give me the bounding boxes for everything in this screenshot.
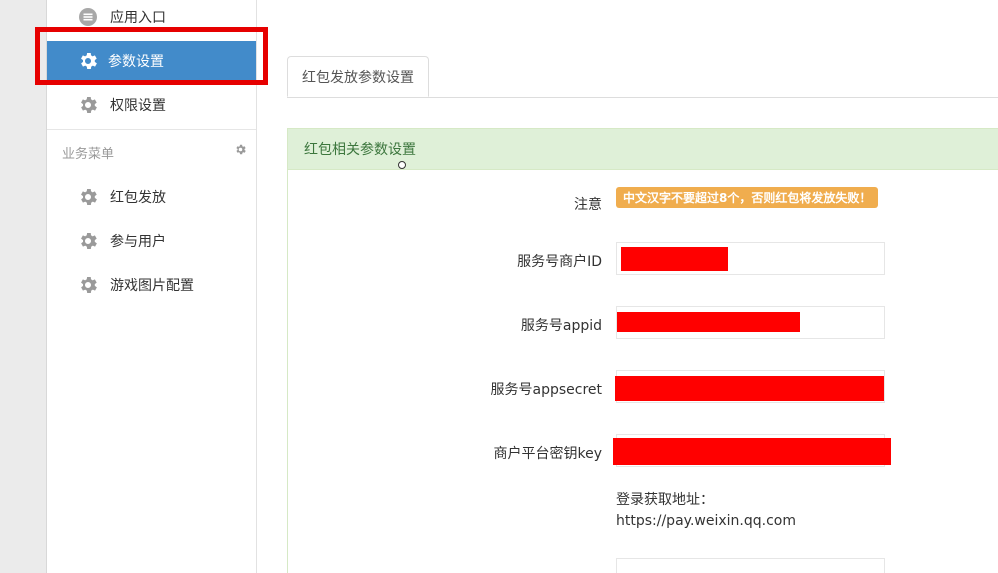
sidebar-section-title: 业务菜单	[62, 147, 115, 162]
panel-title: 红包相关参数设置	[304, 142, 416, 158]
appid-input[interactable]	[616, 306, 885, 339]
sidebar-item-label: 权限设置	[110, 98, 166, 114]
sidebar-item-game-images[interactable]: 游戏图片配置	[47, 265, 256, 305]
key-input[interactable]	[613, 434, 891, 467]
sidebar-item-participants[interactable]: 参与用户	[47, 221, 256, 261]
tab-bar: 红包发放参数设置	[287, 56, 998, 98]
merchant-id-label: 服务号商户ID	[517, 254, 602, 270]
appid-label: 服务号appid	[520, 318, 602, 334]
sidebar-item-label: 红包发放	[110, 190, 166, 206]
gear-icon[interactable]	[234, 143, 247, 160]
redaction-block	[621, 247, 728, 271]
key-label: 商户平台密钥key	[493, 446, 602, 462]
sidebar-section-header: 业务菜单	[62, 143, 247, 163]
redaction-block	[617, 312, 800, 332]
appsecret-label: 服务号appsecret	[490, 382, 602, 398]
mouse-cursor	[398, 161, 406, 169]
sidebar-item-permissions[interactable]: 权限设置	[47, 85, 256, 125]
merchant-id-input[interactable]	[616, 242, 885, 275]
gear-icon	[77, 50, 99, 72]
hint-line: 登录获取地址：	[616, 492, 714, 508]
tab-redpacket-params[interactable]: 红包发放参数设置	[287, 56, 429, 97]
left-gutter	[0, 0, 47, 573]
sidebar-item-label: 参与用户	[110, 234, 166, 250]
sidebar-item-app-entry[interactable]: 应用入口	[47, 0, 256, 37]
sidebar-item-label: 游戏图片配置	[110, 278, 194, 294]
gear-icon	[77, 186, 99, 208]
hint-url: https://pay.weixin.qq.com	[616, 513, 796, 529]
sidebar-item-params[interactable]: 参数设置	[47, 41, 256, 81]
page: 应用入口 参数设置 权限设置 业务菜单 红包发放 参与用户 游戏图片配置 红包发…	[0, 0, 998, 573]
appsecret-input[interactable]	[615, 370, 885, 403]
next-input-partial[interactable]	[616, 558, 885, 573]
sidebar-item-redpacket[interactable]: 红包发放	[47, 177, 256, 217]
notice-label: 注意	[574, 197, 602, 213]
gear-icon	[77, 94, 99, 116]
list-icon	[77, 6, 99, 28]
sidebar: 应用入口 参数设置 权限设置 业务菜单 红包发放 参与用户 游戏图片配置	[47, 0, 257, 573]
redaction-block	[613, 438, 891, 465]
sidebar-divider	[47, 129, 256, 130]
redaction-block	[615, 376, 884, 401]
login-hint: 登录获取地址： https://pay.weixin.qq.com	[616, 490, 796, 532]
sidebar-item-label: 应用入口	[110, 10, 166, 26]
notice-badge: 中文汉字不要超过8个，否则红包将发放失败！	[616, 187, 879, 208]
panel-heading: 红包相关参数设置	[288, 129, 998, 170]
gear-icon	[77, 274, 99, 296]
tab-label: 红包发放参数设置	[302, 69, 414, 86]
gear-icon	[77, 230, 99, 252]
sidebar-item-label: 参数设置	[108, 54, 164, 70]
